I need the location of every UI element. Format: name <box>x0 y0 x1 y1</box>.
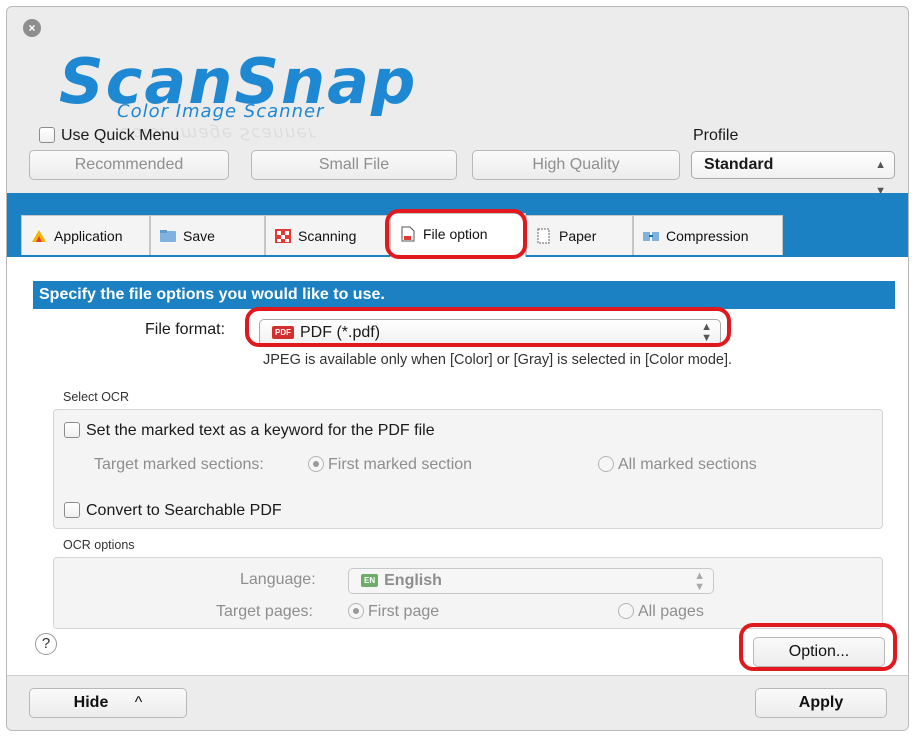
searchable-pdf-label: Convert to Searchable PDF <box>86 502 282 519</box>
first-marked-section-radio[interactable]: First marked section <box>308 456 472 474</box>
apply-button[interactable]: Apply <box>755 688 887 718</box>
highlight-option-button <box>739 623 897 671</box>
language-label: Language: <box>240 571 316 588</box>
recommended-button[interactable]: Recommended <box>29 150 229 180</box>
hide-button[interactable]: Hide ^ <box>29 688 187 718</box>
checkbox-box[interactable] <box>64 502 80 518</box>
scanning-icon <box>274 219 292 243</box>
tab-save-label: Save <box>183 228 215 244</box>
folder-icon <box>159 219 177 242</box>
first-marked-section-label: First marked section <box>328 456 473 473</box>
first-page-label: First page <box>368 603 440 620</box>
use-quick-menu-label: Use Quick Menu <box>61 127 180 144</box>
en-flag-icon: EN <box>361 574 379 587</box>
keyword-checkbox-label: Set the marked text as a keyword for the… <box>86 422 435 439</box>
target-marked-sections-label: Target marked sections: <box>94 456 264 473</box>
select-ocr-group: Set the marked text as a keyword for the… <box>53 409 883 529</box>
tab-scanning[interactable]: Scanning <box>265 215 390 255</box>
tab-compression[interactable]: Compression <box>633 215 783 255</box>
radio-button[interactable] <box>348 603 364 619</box>
all-marked-sections-label: All marked sections <box>618 456 757 473</box>
profile-select[interactable]: Standard ▲ ▼ <box>691 151 895 197</box>
compression-icon <box>642 219 660 241</box>
tab-application[interactable]: Application <box>21 215 150 255</box>
select-ocr-title: Select OCR <box>63 390 129 404</box>
radio-button[interactable] <box>618 603 634 619</box>
logo-subtitle: Color Image Scanner <box>117 101 325 122</box>
language-select[interactable]: EN English ▲ ▼ <box>348 568 714 594</box>
highlight-file-format-select <box>245 307 731 347</box>
small-file-button[interactable]: Small File <box>251 150 457 180</box>
select-arrows-icon: ▲ ▼ <box>694 570 705 593</box>
file-format-label: File format: <box>145 321 226 338</box>
target-pages-label: Target pages: <box>216 603 313 620</box>
first-page-radio[interactable]: First page <box>348 603 439 621</box>
scansnap-settings-window: × ScanSnap Color Image Scanner Color Ima… <box>6 6 909 731</box>
footer-bar: Hide ^ Apply <box>7 675 908 730</box>
scansnap-logo: ScanSnap Color Image Scanner Color Image… <box>59 51 439 144</box>
chevron-up-icon: ^ <box>134 694 143 711</box>
all-pages-radio[interactable]: All pages <box>618 603 704 621</box>
jpeg-hint: JPEG is available only when [Color] or [… <box>263 352 733 368</box>
high-quality-button[interactable]: High Quality <box>472 150 680 180</box>
tab-paper-label: Paper <box>559 228 597 244</box>
keyword-checkbox[interactable]: Set the marked text as a keyword for the… <box>64 422 435 440</box>
tab-application-label: Application <box>54 228 123 244</box>
ocr-options-title: OCR options <box>63 538 135 552</box>
profile-label: Profile <box>693 127 739 144</box>
checkbox-box[interactable] <box>39 127 55 143</box>
all-pages-label: All pages <box>638 603 704 620</box>
help-icon[interactable]: ? <box>35 633 57 655</box>
radio-button[interactable] <box>308 456 324 472</box>
profile-select-value: Standard <box>704 156 774 173</box>
ocr-options-group: Language: EN English ▲ ▼ Target pages: Fir… <box>53 557 883 629</box>
radio-button[interactable] <box>598 456 614 472</box>
tab-compression-label: Compression <box>666 228 749 244</box>
use-quick-menu-checkbox[interactable]: Use Quick Menu <box>39 127 179 145</box>
tab-paper[interactable]: Paper <box>526 215 633 255</box>
all-marked-sections-radio[interactable]: All marked sections <box>598 456 757 474</box>
close-icon[interactable]: × <box>23 19 41 37</box>
language-value: English <box>384 572 442 589</box>
highlight-file-option-tab <box>385 209 527 259</box>
paper-icon <box>535 219 553 244</box>
searchable-pdf-checkbox[interactable]: Convert to Searchable PDF <box>64 502 282 520</box>
application-icon <box>30 219 48 242</box>
checkbox-box[interactable] <box>64 422 80 438</box>
tab-scanning-label: Scanning <box>298 228 357 244</box>
tab-save[interactable]: Save <box>150 215 265 255</box>
hide-button-label: Hide <box>73 694 109 711</box>
section-banner: Specify the file options you would like … <box>33 281 895 309</box>
